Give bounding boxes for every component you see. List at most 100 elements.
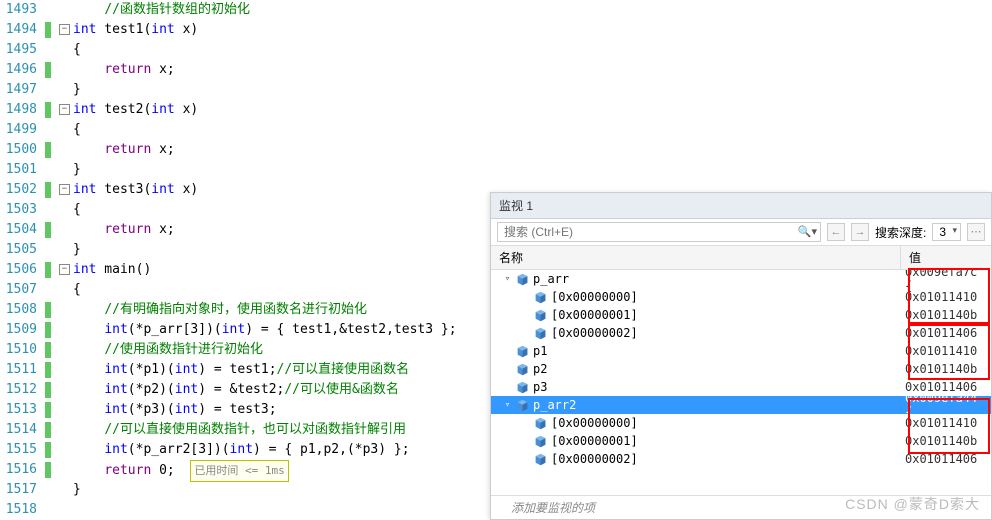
watch-name-cell: ▿ p_arr2 [491,398,901,412]
line-number: 1494 [0,20,37,40]
variable-value: 0x01011410 [901,290,991,304]
code-line[interactable]: //函数指针数组的初始化 [73,0,992,20]
line-number: 1514 [0,420,37,440]
watch-name-cell: [0x00000002] [491,452,901,466]
fold-toggle[interactable]: − [59,104,70,115]
change-marker [45,442,51,458]
line-number: 1508 [0,300,37,320]
change-marker [45,142,51,158]
variable-value: 0x009efa44 { [901,391,991,419]
line-number: 1502 [0,180,37,200]
variable-value: 0x0101140b [901,434,991,448]
watch-row[interactable]: [0x00000001]0x0101140b [491,432,991,450]
code-line[interactable]: return x; [73,140,992,160]
variable-name: [0x00000002] [551,452,638,466]
watch-row[interactable]: p10x01011410 [491,342,991,360]
variable-value: 0x01011406 [901,326,991,340]
col-value-header[interactable]: 值 [901,246,991,269]
variable-value: 0x0101140b [901,308,991,322]
depth-select[interactable]: 3 [932,223,961,241]
watch-name-cell: p2 [491,362,901,376]
line-number: 1503 [0,200,37,220]
variable-icon [516,345,529,358]
watch-name-cell: [0x00000002] [491,326,901,340]
variable-name: p_arr [533,272,569,286]
watch-name-cell: p3 [491,380,901,394]
change-marker [45,102,51,118]
expand-toggle[interactable]: ▿ [503,274,512,284]
variable-icon [516,381,529,394]
fold-toggle[interactable]: − [59,24,70,35]
variable-icon [516,399,529,412]
variable-icon [534,453,547,466]
variable-value: 0x01011410 [901,416,991,430]
search-icon[interactable]: 🔍▾ [798,225,817,238]
change-marker [45,22,51,38]
variable-name: p_arr2 [533,398,576,412]
code-line[interactable]: } [73,80,992,100]
code-line[interactable]: return x; [73,60,992,80]
line-number: 1497 [0,80,37,100]
variable-name: p1 [533,344,547,358]
line-number: 1516 [0,460,37,480]
watch-name-cell: [0x00000001] [491,308,901,322]
code-line[interactable]: { [73,40,992,60]
variable-name: [0x00000000] [551,416,638,430]
watermark: CSDN @蒙奇D索大 [845,494,980,514]
watch-row[interactable]: [0x00000002]0x01011406 [491,450,991,468]
variable-icon [534,327,547,340]
line-number: 1518 [0,500,37,520]
watch-row[interactable]: [0x00000001] 0x0101140b [491,306,991,324]
nav-forward-button[interactable]: → [851,223,869,241]
change-marker [45,182,51,198]
line-number: 1501 [0,160,37,180]
search-wrap: 🔍▾ [497,222,821,242]
code-line[interactable]: int test1(int x) [73,20,992,40]
code-line[interactable]: int test2(int x) [73,100,992,120]
watch-row[interactable]: ▿p_arr20x009efa44 { [491,396,991,414]
watch-panel-title: 监视 1 [491,193,991,219]
expand-toggle[interactable]: ▿ [503,400,512,410]
watch-panel: 监视 1 🔍▾ ← → 搜索深度: 3 ⋯ 名称 值 ▿ p_arr 0x009ef… [490,192,992,520]
line-number: 1517 [0,480,37,500]
line-number: 1512 [0,380,37,400]
watch-toolbar: 🔍▾ ← → 搜索深度: 3 ⋯ [491,219,991,246]
change-marker [45,422,51,438]
change-marker [45,262,51,278]
line-number: 1510 [0,340,37,360]
watch-row[interactable]: [0x00000000] 0x01011410 [491,414,991,432]
line-number: 1500 [0,140,37,160]
toolbar-extra-button[interactable]: ⋯ [967,223,985,241]
line-number: 1499 [0,120,37,140]
variable-name: [0x00000001] [551,308,638,322]
col-name-header[interactable]: 名称 [491,246,901,269]
variable-icon [534,309,547,322]
search-input[interactable] [497,222,821,242]
watch-name-cell: ▿ p_arr [491,272,901,286]
variable-icon [534,291,547,304]
depth-label: 搜索深度: [875,224,926,241]
line-number: 1513 [0,400,37,420]
change-marker [45,402,51,418]
fold-toggle[interactable]: − [59,264,70,275]
watch-row[interactable]: ▿p_arr0x009efa7c { [491,270,991,288]
watch-row[interactable]: p20x0101140b [491,360,991,378]
nav-back-button[interactable]: ← [827,223,845,241]
change-marker [45,382,51,398]
change-marker [45,222,51,238]
line-number: 1496 [0,60,37,80]
watch-row[interactable]: [0x00000002]0x01011406 [491,324,991,342]
line-number: 1515 [0,440,37,460]
variable-icon [516,273,529,286]
variable-name: p2 [533,362,547,376]
line-number: 1505 [0,240,37,260]
variable-icon [534,417,547,430]
watch-name-cell: [0x00000000] [491,416,901,430]
fold-toggle[interactable]: − [59,184,70,195]
watch-name-cell: [0x00000001] [491,434,901,448]
change-marker [45,462,51,478]
watch-row[interactable]: [0x00000000]0x01011410 [491,288,991,306]
code-line[interactable]: { [73,120,992,140]
code-line[interactable]: } [73,160,992,180]
line-number: 1511 [0,360,37,380]
